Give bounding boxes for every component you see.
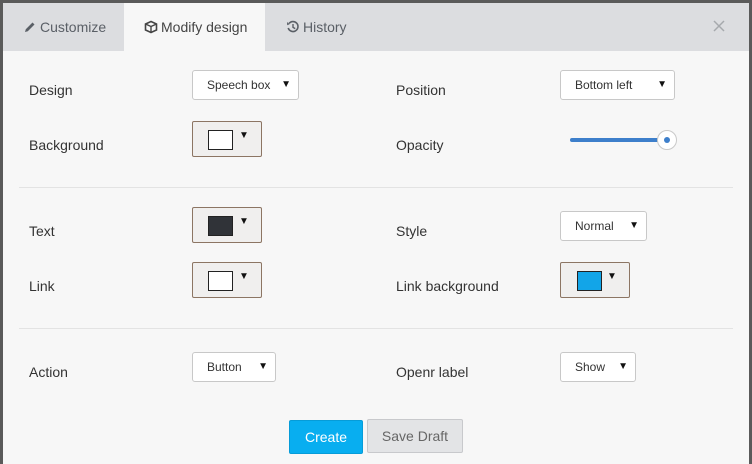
color-swatch [208, 216, 233, 236]
tab-modify-design[interactable]: Modify design [124, 3, 265, 51]
link-label: Link [29, 278, 55, 294]
color-swatch [208, 271, 233, 291]
action-label: Action [29, 364, 68, 380]
text-color-picker[interactable]: ▼ [192, 207, 262, 243]
openr-label-select[interactable]: Show ▼ [560, 352, 636, 382]
divider [19, 328, 733, 329]
close-icon[interactable] [711, 18, 727, 34]
tab-label: Modify design [161, 19, 248, 35]
action-select[interactable]: Button ▼ [192, 352, 276, 382]
style-select-value: Normal [575, 219, 614, 233]
text-label: Text [29, 223, 55, 239]
caret-down-icon: ▼ [239, 271, 249, 282]
color-swatch [577, 271, 602, 291]
design-select-value: Speech box [207, 78, 271, 92]
color-swatch [208, 130, 233, 150]
caret-down-icon: ▼ [281, 79, 291, 90]
slider-dot [664, 137, 670, 143]
link-color-picker[interactable]: ▼ [192, 262, 262, 298]
cube-icon [144, 20, 158, 34]
position-select[interactable]: Bottom left ▼ [560, 70, 675, 100]
openr-label-label: Openr label [396, 364, 469, 380]
background-color-picker[interactable]: ▼ [192, 121, 262, 157]
position-select-value: Bottom left [575, 78, 633, 92]
caret-down-icon: ▼ [607, 271, 617, 282]
action-select-value: Button [207, 360, 242, 374]
link-background-label: Link background [396, 278, 499, 294]
style-select[interactable]: Normal ▼ [560, 211, 647, 241]
style-label: Style [396, 223, 428, 239]
opacity-slider-handle[interactable] [657, 130, 677, 150]
tab-bar: Customize Modify design History [3, 3, 749, 51]
caret-down-icon: ▼ [629, 220, 639, 231]
divider [19, 187, 733, 188]
caret-down-icon: ▼ [657, 79, 667, 90]
caret-down-icon: ▼ [239, 216, 249, 227]
background-label: Background [29, 137, 104, 153]
link-background-color-picker[interactable]: ▼ [560, 262, 630, 298]
tab-label: History [303, 19, 347, 35]
design-select[interactable]: Speech box ▼ [192, 70, 299, 100]
tab-customize[interactable]: Customize [3, 3, 124, 51]
position-label: Position [396, 82, 446, 98]
design-label: Design [29, 82, 73, 98]
pencil-icon [25, 22, 35, 32]
caret-down-icon: ▼ [239, 130, 249, 141]
history-icon [287, 20, 299, 33]
create-button[interactable]: Create [289, 420, 363, 454]
caret-down-icon: ▼ [258, 361, 268, 372]
tab-history[interactable]: History [265, 3, 375, 51]
save-draft-button[interactable]: Save Draft [367, 419, 463, 453]
opacity-label: Opacity [396, 137, 444, 153]
caret-down-icon: ▼ [618, 361, 628, 372]
opacity-slider-track[interactable] [570, 138, 667, 142]
tab-label: Customize [40, 19, 107, 35]
openr-label-select-value: Show [575, 360, 606, 374]
modify-design-dialog: Customize Modify design History Design S… [3, 3, 749, 464]
